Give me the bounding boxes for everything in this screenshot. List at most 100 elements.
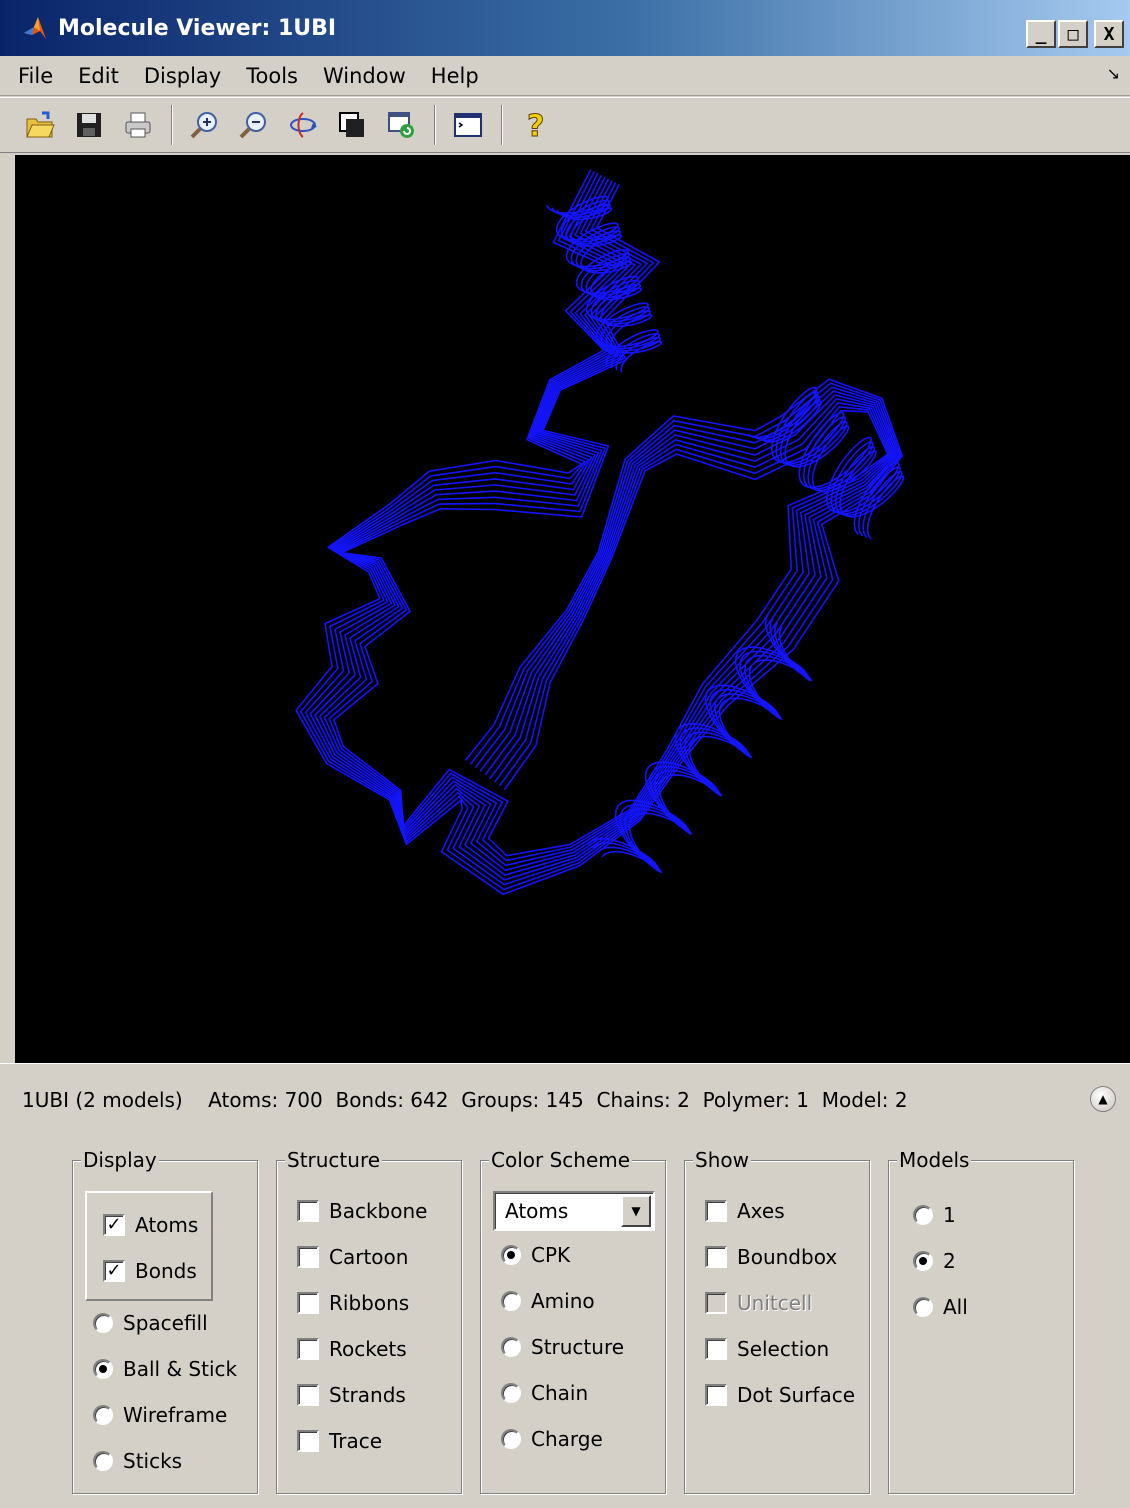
- molecule-stats: Atoms: 700 Bonds: 642 Groups: 145 Chains…: [208, 1088, 908, 1112]
- strands-checkbox[interactable]: [297, 1384, 319, 1406]
- strands-row[interactable]: Strands: [297, 1383, 406, 1407]
- trace-checkbox[interactable]: [297, 1430, 319, 1452]
- help-icon[interactable]: ?: [515, 105, 555, 145]
- rotate-icon[interactable]: [283, 105, 323, 145]
- toolbar-separator: [171, 105, 173, 145]
- amino-radio[interactable]: [501, 1291, 521, 1311]
- model-all-label: All: [943, 1295, 968, 1319]
- menu-tools[interactable]: Tools: [246, 64, 298, 88]
- panel-title: Structure: [285, 1147, 383, 1173]
- toolbar: ?: [0, 97, 1130, 153]
- menu-bar: File Edit Display Tools Window Help: [0, 56, 1130, 96]
- ribbons-checkbox[interactable]: [297, 1292, 319, 1314]
- rockets-label: Rockets: [329, 1337, 407, 1361]
- menu-edit[interactable]: Edit: [78, 64, 119, 88]
- collapse-panel-button[interactable]: ▲: [1090, 1086, 1116, 1112]
- trace-label: Trace: [329, 1429, 383, 1453]
- cpk-radio-row[interactable]: CPK: [501, 1243, 570, 1267]
- dropdown-arrow-icon[interactable]: ▼: [621, 1195, 651, 1227]
- bonds-checkbox[interactable]: ✓: [103, 1260, 125, 1282]
- selection-row[interactable]: Selection: [705, 1337, 829, 1361]
- strands-label: Strands: [329, 1383, 406, 1407]
- atoms-checkbox[interactable]: ✓: [103, 1214, 125, 1236]
- color-scheme-select-value: Atoms: [505, 1199, 569, 1223]
- maximize-button[interactable]: □: [1058, 20, 1088, 48]
- charge-radio-row[interactable]: Charge: [501, 1427, 603, 1451]
- atoms-bonds-group: ✓ Atoms ✓ Bonds: [85, 1191, 213, 1301]
- close-button[interactable]: X: [1094, 20, 1124, 48]
- wireframe-radio-row[interactable]: Wireframe: [93, 1403, 227, 1427]
- boundbox-row[interactable]: Boundbox: [705, 1245, 837, 1269]
- model-2-radio[interactable]: [913, 1251, 933, 1271]
- atoms-checkbox-row[interactable]: ✓ Atoms: [103, 1213, 198, 1237]
- menu-help[interactable]: Help: [431, 64, 479, 88]
- panel-title: Display: [81, 1147, 159, 1173]
- spacefill-radio[interactable]: [93, 1313, 113, 1333]
- reset-view-icon[interactable]: [381, 105, 421, 145]
- dot-surface-row[interactable]: Dot Surface: [705, 1383, 855, 1407]
- menu-display[interactable]: Display: [144, 64, 221, 88]
- spacefill-radio-row[interactable]: Spacefill: [93, 1311, 208, 1335]
- backbone-label: Backbone: [329, 1199, 428, 1223]
- cpk-radio[interactable]: [501, 1245, 521, 1265]
- ball-stick-radio-row[interactable]: Ball & Stick: [93, 1357, 237, 1381]
- unitcell-label: Unitcell: [737, 1291, 813, 1315]
- axes-row[interactable]: Axes: [705, 1199, 785, 1223]
- model-all-radio-row[interactable]: All: [913, 1295, 968, 1319]
- bonds-checkbox-row[interactable]: ✓ Bonds: [103, 1259, 197, 1283]
- unitcell-row: Unitcell: [705, 1291, 812, 1315]
- zoom-out-icon[interactable]: [234, 105, 274, 145]
- zoom-in-icon[interactable]: [185, 105, 225, 145]
- structure-radio-row[interactable]: Structure: [501, 1335, 624, 1359]
- print-icon[interactable]: [118, 105, 158, 145]
- menu-window[interactable]: Window: [323, 64, 406, 88]
- dot-surface-checkbox[interactable]: [705, 1384, 727, 1406]
- minimize-button[interactable]: _: [1026, 20, 1056, 48]
- command-window-icon[interactable]: [448, 105, 488, 145]
- charge-radio[interactable]: [501, 1429, 521, 1449]
- backbone-row[interactable]: Backbone: [297, 1199, 427, 1223]
- cartoon-label: Cartoon: [329, 1245, 409, 1269]
- menu-file[interactable]: File: [18, 64, 53, 88]
- cartoon-checkbox[interactable]: [297, 1246, 319, 1268]
- dot-surface-label: Dot Surface: [737, 1383, 856, 1407]
- chain-radio-row[interactable]: Chain: [501, 1381, 588, 1405]
- bonds-label: Bonds: [135, 1259, 197, 1283]
- backbone-checkbox[interactable]: [297, 1200, 319, 1222]
- rockets-row[interactable]: Rockets: [297, 1337, 407, 1361]
- trace-row[interactable]: Trace: [297, 1429, 382, 1453]
- amino-radio-row[interactable]: Amino: [501, 1289, 595, 1313]
- boundbox-checkbox[interactable]: [705, 1246, 727, 1268]
- structure-radio[interactable]: [501, 1337, 521, 1357]
- axes-checkbox[interactable]: [705, 1200, 727, 1222]
- data-cursor-icon[interactable]: [332, 105, 372, 145]
- model-1-radio-row[interactable]: 1: [913, 1203, 956, 1227]
- wireframe-label: Wireframe: [123, 1403, 228, 1427]
- toolbar-separator: [501, 105, 503, 145]
- rockets-checkbox[interactable]: [297, 1338, 319, 1360]
- ball-stick-radio[interactable]: [93, 1359, 113, 1379]
- model-all-radio[interactable]: [913, 1297, 933, 1317]
- selection-checkbox[interactable]: [705, 1338, 727, 1360]
- molecule-viewport[interactable]: [15, 155, 1130, 1063]
- wireframe-radio[interactable]: [93, 1405, 113, 1425]
- cartoon-row[interactable]: Cartoon: [297, 1245, 408, 1269]
- sticks-radio[interactable]: [93, 1451, 113, 1471]
- color-scheme-select[interactable]: Atoms ▼: [493, 1191, 655, 1231]
- model-1-radio[interactable]: [913, 1205, 933, 1225]
- dock-arrow-icon[interactable]: ↘: [1107, 64, 1120, 83]
- save-icon[interactable]: [69, 105, 109, 145]
- molecule-info: 1UBI (2 models) Atoms: 700 Bonds: 642 Gr…: [22, 1088, 908, 1112]
- ribbons-row[interactable]: Ribbons: [297, 1291, 409, 1315]
- structure-color-label: Structure: [531, 1335, 625, 1359]
- open-file-icon[interactable]: [20, 105, 60, 145]
- model-2-radio-row[interactable]: 2: [913, 1249, 956, 1273]
- chain-radio[interactable]: [501, 1383, 521, 1403]
- panel-title: Show: [693, 1147, 751, 1173]
- color-scheme-panel: Color Scheme Atoms ▼ CPK Amino Structure…: [480, 1147, 666, 1494]
- boundbox-label: Boundbox: [737, 1245, 838, 1269]
- matlab-logo-icon: [24, 17, 46, 39]
- sticks-radio-row[interactable]: Sticks: [93, 1449, 182, 1473]
- spacefill-label: Spacefill: [123, 1311, 208, 1335]
- ribbons-label: Ribbons: [329, 1291, 410, 1315]
